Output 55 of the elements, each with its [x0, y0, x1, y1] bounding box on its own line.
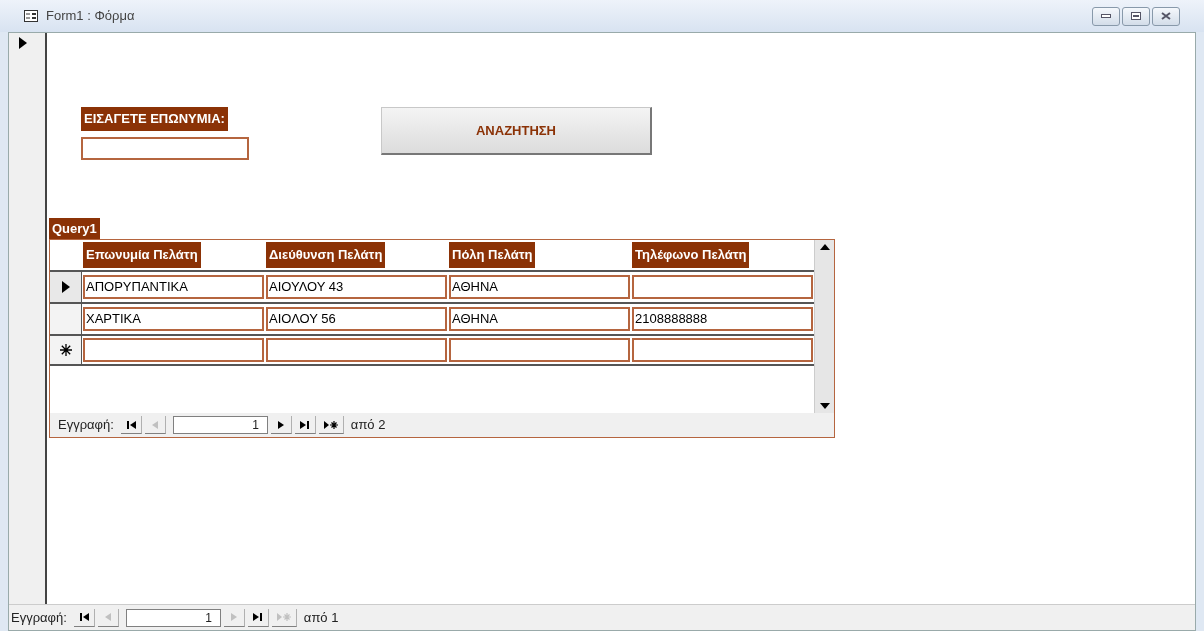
last-record-icon	[251, 611, 264, 623]
record-label: Εγγραφή:	[58, 416, 114, 435]
table-cell[interactable]	[449, 338, 630, 362]
record-number-field[interactable]: 1	[125, 608, 221, 627]
search-button[interactable]: ΑΝΑΖΗΤΗΣΗ	[381, 107, 652, 155]
column-header: Τηλέφωνο Πελάτη	[632, 242, 750, 268]
record-number-field[interactable]: 1	[172, 416, 268, 434]
column-header: Πόλη Πελάτη	[449, 242, 536, 268]
row-selector[interactable]	[50, 272, 82, 302]
table-cell[interactable]	[83, 338, 264, 362]
navigation-button[interactable]	[270, 416, 292, 434]
new-record-icon	[322, 418, 339, 431]
minimize-button[interactable]	[1092, 6, 1120, 26]
first-record-icon	[124, 418, 137, 431]
column-header: Επωνυμία Πελάτη	[83, 242, 201, 268]
table-cell[interactable]: ΑΘΗΝΑ	[449, 275, 630, 299]
navigation-button[interactable]	[318, 416, 344, 434]
table-cell[interactable]	[632, 338, 813, 362]
search-field[interactable]	[81, 136, 249, 160]
record-count: από 2	[350, 416, 386, 435]
table-cell[interactable]: ΑΙΟΛΟΥ 56	[266, 307, 447, 331]
scroll-up-icon	[819, 244, 830, 250]
new-record-icon	[275, 611, 292, 623]
maximize-icon	[1131, 12, 1141, 20]
scrollbar[interactable]	[814, 240, 834, 413]
navigation-button[interactable]	[120, 416, 142, 434]
table-cell[interactable]: ΑΙΟΥΛΟΥ 43	[266, 275, 447, 299]
navigation-button[interactable]	[294, 416, 316, 434]
selected-row-icon	[61, 281, 70, 293]
table-cell[interactable]: ΑΘΗΝΑ	[449, 307, 630, 331]
scroll-down-icon	[819, 403, 830, 409]
subform-title: Query1	[49, 217, 100, 239]
navigation-button[interactable]	[247, 608, 269, 627]
current-record-icon	[19, 37, 27, 49]
column-header: Διεύθυνση Πελάτη	[266, 242, 386, 268]
row-selector[interactable]	[50, 304, 82, 334]
first-record-icon	[77, 611, 90, 623]
new-row-icon	[59, 344, 72, 356]
table-cell[interactable]	[632, 275, 813, 299]
window-title: Form1 : Φόρμα	[46, 7, 135, 26]
close-icon	[1161, 12, 1171, 20]
table-cell[interactable]: 2108888888	[632, 307, 813, 331]
search-label: ΕΙΣΑΓΕΤΕ ΕΠΩΝΥΜΙΑ:	[81, 107, 228, 131]
table-cell[interactable]: ΧΑΡΤΙΚΑ	[83, 307, 264, 331]
maximize-button[interactable]	[1122, 6, 1150, 26]
form-icon	[24, 10, 38, 22]
record-count: από 1	[303, 608, 339, 627]
record-label: Εγγραφή:	[11, 608, 67, 627]
table-cell[interactable]: ΑΠΟΡΥΠΑΝΤΙΚΑ	[83, 275, 264, 299]
close-button[interactable]	[1152, 6, 1180, 26]
table-cell[interactable]	[266, 338, 447, 362]
navigation-button[interactable]	[73, 608, 95, 627]
minimize-icon	[1101, 14, 1111, 18]
last-record-icon	[298, 418, 311, 431]
record-selector[interactable]	[9, 33, 47, 604]
